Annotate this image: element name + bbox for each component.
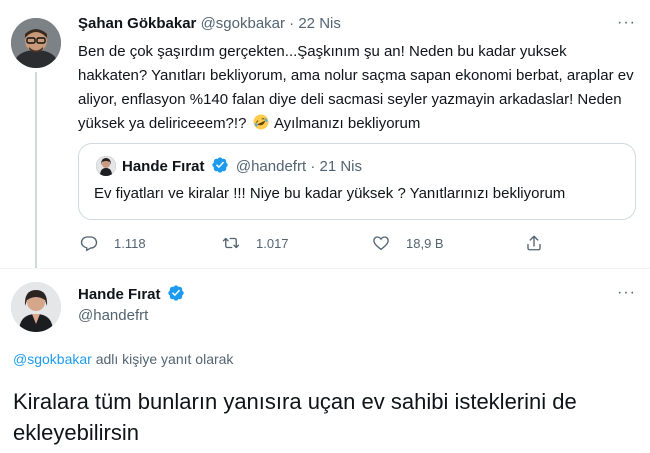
more-options-icon[interactable]: ··· [617, 15, 636, 31]
reply-author-handle[interactable]: @handefrt [78, 306, 148, 326]
replying-to-mention[interactable]: @sgokbakar [13, 351, 92, 367]
reply-count: 1.118 [114, 235, 146, 251]
reply-button[interactable]: 1.118 [80, 233, 146, 253]
retweet-button[interactable]: 1.017 [222, 233, 289, 253]
thread-connector-line [35, 72, 37, 268]
quoted-date: 21 Nis [319, 158, 363, 175]
reply-icon [80, 236, 98, 252]
verified-badge-icon [167, 284, 185, 302]
replying-to-suffix: adlı kişiye yanıt olarak [91, 351, 234, 367]
like-button[interactable]: 18,9 B [372, 233, 444, 253]
tweet-divider [0, 268, 650, 269]
quoted-tweet-header: Hande Fırat @handefrt · 21 Nis [122, 156, 362, 177]
replying-to: @sgokbakar adlı kişiye yanıt olarak [13, 350, 233, 368]
reply-header: Hande Fırat [78, 284, 188, 305]
author-avatar[interactable] [11, 18, 61, 68]
reply-author-name[interactable]: Hande Fırat [78, 286, 161, 303]
like-count: 18,9 B [406, 235, 444, 251]
reply-author-avatar[interactable] [11, 282, 61, 332]
heart-icon [373, 236, 389, 251]
tweet-date[interactable]: 22 Nis [298, 15, 341, 32]
retweet-icon [222, 237, 240, 249]
tweet-text: Ben de çok şaşırdım gerçekten...Şaşkınım… [78, 40, 638, 136]
quoted-author-avatar [96, 156, 116, 176]
rolling-on-floor-laughing-emoji-icon [253, 114, 269, 130]
quoted-author-handle: @handefrt [235, 158, 307, 175]
quoted-tweet-text: Ev fiyatları ve kiralar !!! Niye bu kada… [94, 185, 566, 202]
quoted-separator: · [310, 158, 316, 175]
reply-text: Kiralara tüm bunların yanısıra uçan ev s… [13, 389, 577, 445]
tweet-header: Şahan Gökbakar @sgokbakar · 22 Nis [78, 14, 341, 34]
author-handle[interactable]: @sgokbakar [201, 15, 285, 32]
share-button[interactable] [525, 233, 559, 253]
quoted-tweet-card[interactable] [78, 143, 636, 220]
quoted-author-name: Hande Fırat [122, 158, 205, 175]
share-icon [527, 235, 541, 251]
verified-badge-icon [211, 156, 229, 174]
reply-more-options-icon[interactable]: ··· [617, 285, 636, 301]
tweet-text-tail: Ayılmanızı bekliyorum [273, 115, 421, 132]
retweet-count: 1.017 [256, 235, 289, 251]
header-separator: · [289, 15, 295, 32]
author-name[interactable]: Şahan Gökbakar [78, 15, 196, 32]
